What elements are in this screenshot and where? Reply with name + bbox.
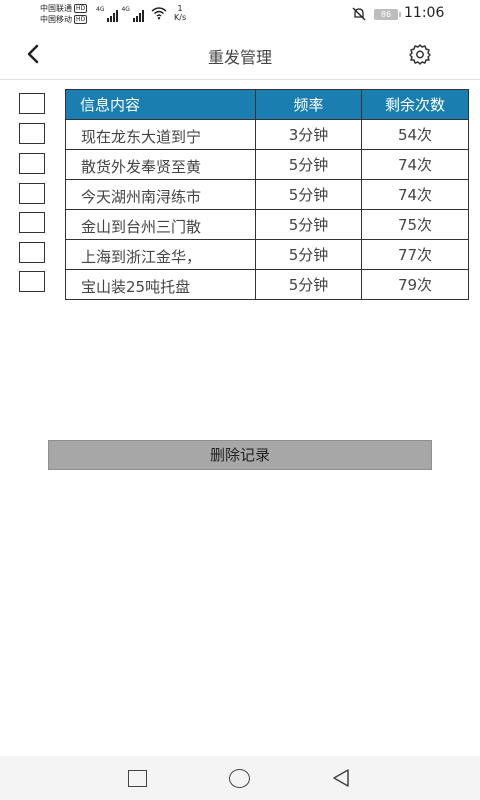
- cell-frequency: 5分钟: [255, 269, 362, 300]
- hd-badge: HD: [74, 4, 88, 13]
- row-checkbox[interactable]: [19, 212, 45, 233]
- back-triangle-icon[interactable]: [331, 768, 351, 788]
- cell-content: 散货外发奉贤至黄: [65, 149, 256, 180]
- table-row[interactable]: 宝山装25吨托盘 5分钟 79次: [65, 269, 469, 300]
- carrier-2: 中国移动: [40, 15, 72, 24]
- cell-remaining: 77次: [361, 239, 469, 270]
- cell-remaining: 74次: [361, 149, 469, 180]
- cell-remaining: 79次: [361, 269, 469, 300]
- carrier-info: 中国联通 HD 中国移动 HD: [40, 3, 88, 25]
- app-header: 重发管理: [0, 28, 480, 80]
- delete-records-button[interactable]: 删除记录: [48, 440, 432, 470]
- column-header-content: 信息内容: [65, 89, 256, 120]
- status-bar: 中国联通 HD 中国移动 HD 4G 4G 1 K/s 86 11:06: [0, 0, 480, 28]
- row-checkbox[interactable]: [19, 123, 45, 144]
- settings-button[interactable]: [406, 40, 434, 68]
- cell-frequency: 5分钟: [255, 209, 362, 240]
- network-speed: 1 K/s: [174, 4, 187, 22]
- cell-content: 宝山装25吨托盘: [65, 269, 256, 300]
- table-row[interactable]: 散货外发奉贤至黄 5分钟 74次: [65, 149, 469, 180]
- hd-badge: HD: [74, 15, 88, 24]
- cell-frequency: 3分钟: [255, 119, 362, 150]
- clock: 11:06: [404, 5, 445, 21]
- table-header-row: 信息内容 频率 剩余次数: [65, 89, 469, 120]
- select-all-checkbox[interactable]: [19, 93, 45, 114]
- table-row[interactable]: 上海到浙江金华， 5分钟 77次: [65, 239, 469, 270]
- resend-table: 信息内容 频率 剩余次数 现在龙东大道到宁 3分钟 54次 散货外发奉贤至黄 5…: [65, 89, 469, 300]
- column-header-frequency: 频率: [255, 89, 362, 120]
- signal-icons: 4G 4G: [96, 6, 144, 22]
- cell-frequency: 5分钟: [255, 179, 362, 210]
- wifi-icon: [151, 7, 167, 20]
- cell-content: 上海到浙江金华，: [65, 239, 256, 270]
- mute-bell-icon: [352, 7, 366, 21]
- table-row[interactable]: 现在龙东大道到宁 3分钟 54次: [65, 119, 469, 150]
- row-checkbox[interactable]: [19, 153, 45, 174]
- cell-frequency: 5分钟: [255, 149, 362, 180]
- carrier-1: 中国联通: [40, 4, 72, 13]
- row-checkbox[interactable]: [19, 242, 45, 263]
- cell-frequency: 5分钟: [255, 239, 362, 270]
- cell-remaining: 74次: [361, 179, 469, 210]
- cell-content: 今天湖州南浔练市: [65, 179, 256, 210]
- gear-icon: [409, 44, 431, 65]
- row-checkbox[interactable]: [19, 271, 45, 292]
- network-type-1: 4G: [96, 6, 105, 13]
- row-checkbox[interactable]: [19, 183, 45, 204]
- cell-content: 金山到台州三门散: [65, 209, 256, 240]
- cell-content: 现在龙东大道到宁: [65, 119, 256, 150]
- cell-remaining: 54次: [361, 119, 469, 150]
- signal-icon: [132, 10, 144, 22]
- recent-apps-icon[interactable]: [128, 770, 147, 787]
- system-nav-bar: [0, 756, 480, 800]
- signal-icon: [107, 10, 119, 22]
- table-row[interactable]: 金山到台州三门散 5分钟 75次: [65, 209, 469, 240]
- table-row[interactable]: 今天湖州南浔练市 5分钟 74次: [65, 179, 469, 210]
- battery-icon: 86: [374, 9, 401, 20]
- column-header-remaining: 剩余次数: [361, 89, 469, 120]
- network-type-2: 4G: [121, 6, 130, 13]
- home-icon[interactable]: [229, 769, 250, 788]
- cell-remaining: 75次: [361, 209, 469, 240]
